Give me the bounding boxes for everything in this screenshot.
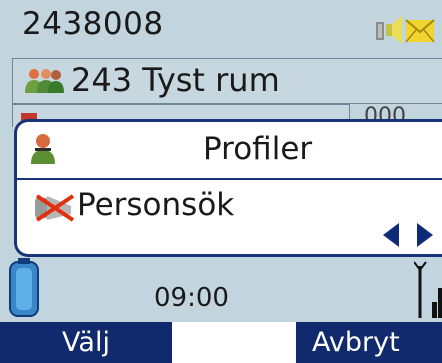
arrow-left-icon[interactable]	[381, 222, 401, 248]
profiles-popup: Profiler Personsök	[14, 119, 442, 257]
header-status-icons	[374, 14, 436, 46]
softkey-bar: Välj Avbryt	[0, 322, 442, 363]
status-header: 2438008	[0, 0, 442, 55]
middle-softkey	[172, 322, 296, 363]
speaker-icon	[386, 16, 402, 44]
extension-number: 2438008	[22, 6, 164, 42]
clock: 09:00	[154, 283, 229, 313]
arrow-right-icon[interactable]	[415, 222, 435, 248]
person-icon	[29, 132, 57, 166]
cancel-softkey[interactable]: Avbryt	[296, 322, 442, 363]
select-softkey[interactable]: Välj	[0, 322, 172, 363]
popup-header: Profiler	[17, 122, 442, 180]
current-profile-row[interactable]: 243 Tyst rum	[12, 58, 442, 104]
popup-title: Profiler	[203, 131, 313, 167]
battery-icon	[8, 258, 42, 318]
profile-row-label: 243 Tyst rum	[71, 61, 280, 99]
group-icon	[23, 67, 65, 95]
headset-icon	[376, 22, 384, 40]
envelope-icon	[405, 19, 435, 43]
popup-option-label[interactable]: Personsök	[77, 184, 234, 226]
signal-icon	[413, 258, 442, 320]
muted-pager-icon	[33, 192, 75, 222]
